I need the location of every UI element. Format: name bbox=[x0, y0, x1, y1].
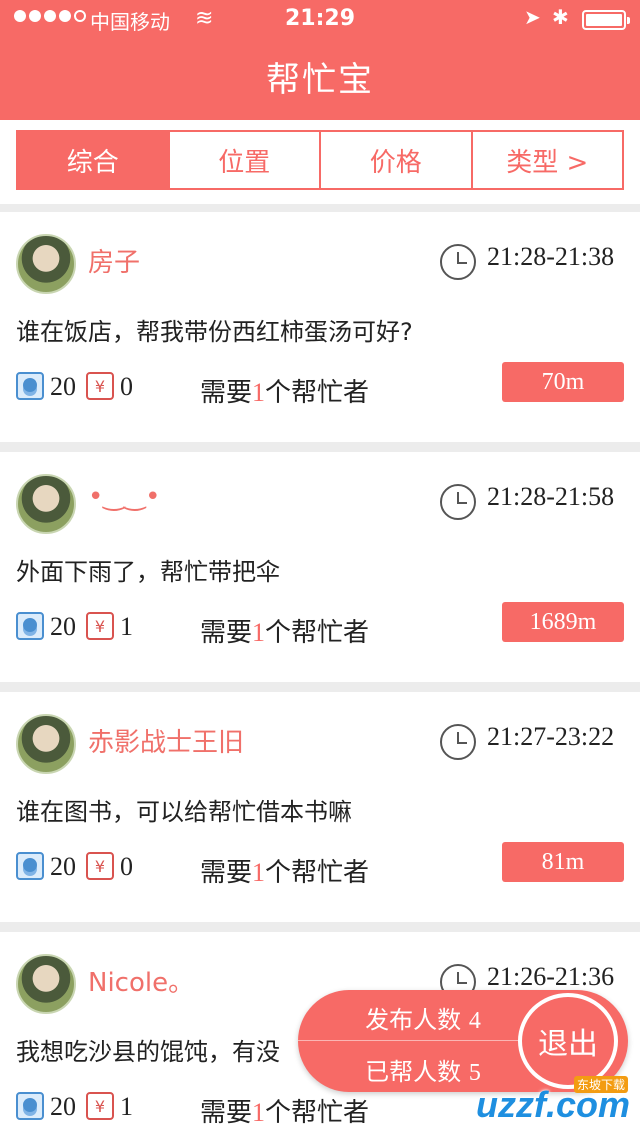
status-time: 21:29 bbox=[284, 6, 356, 31]
coin-value: 20 bbox=[50, 852, 76, 881]
tab-comprehensive[interactable]: 综合 bbox=[18, 132, 170, 188]
money-value: 0 bbox=[120, 372, 133, 401]
avatar[interactable] bbox=[16, 954, 76, 1014]
divider bbox=[298, 1040, 548, 1041]
money-value: 0 bbox=[120, 852, 133, 881]
location-arrow-icon: ➤ bbox=[524, 5, 541, 29]
avatar[interactable] bbox=[16, 234, 76, 294]
distance-badge[interactable]: 70m bbox=[502, 362, 624, 402]
helpers-needed: 需要1个帮忙者 bbox=[200, 1098, 370, 1128]
page-title: 帮忙宝 bbox=[266, 60, 374, 100]
post-message: 我想吃沙县的馄饨，有没 bbox=[16, 1038, 280, 1066]
distance-badge[interactable]: 81m bbox=[502, 842, 624, 882]
username[interactable]: •‿‿• bbox=[88, 482, 160, 512]
published-count: 发布人数 4 bbox=[365, 1006, 481, 1034]
coin-value: 20 bbox=[50, 612, 76, 641]
tab-type[interactable]: 类型 > bbox=[473, 132, 623, 188]
time-range: 21:28-21:58 bbox=[487, 482, 615, 511]
username[interactable]: Nicole。 bbox=[88, 962, 194, 999]
post-card[interactable]: •‿‿• 21:28-21:58 外面下雨了，帮忙带把伞 20 ¥ 1 需要1个… bbox=[0, 452, 640, 682]
yen-icon: ¥ bbox=[86, 612, 114, 640]
time-range: 21:28-21:38 bbox=[487, 242, 615, 271]
distance-badge[interactable]: 1689m bbox=[502, 602, 624, 642]
clock-icon bbox=[440, 724, 476, 760]
money-value: 1 bbox=[120, 612, 133, 641]
watermark-subtext: 东坡下载 bbox=[574, 1076, 629, 1093]
post-card[interactable]: 赤影战士王旧 21:27-23:22 谁在图书，可以给帮忙借本书嘛 20 ¥ 0… bbox=[0, 692, 640, 922]
tab-price[interactable]: 价格 bbox=[321, 132, 473, 188]
bluetooth-icon: ✱ bbox=[552, 5, 569, 29]
avatar[interactable] bbox=[16, 474, 76, 534]
clock-icon bbox=[440, 484, 476, 520]
status-bar: 中国移动 ≋ 21:29 ➤ ✱ bbox=[0, 0, 640, 40]
coin-value: 20 bbox=[50, 1092, 76, 1121]
post-message: 外面下雨了，帮忙带把伞 bbox=[16, 558, 280, 586]
yen-icon: ¥ bbox=[86, 852, 114, 880]
coin-icon bbox=[16, 1092, 44, 1120]
watermark-logo: uzzf.com 东坡下载 bbox=[456, 1076, 634, 1130]
post-message: 谁在饭店，帮我带份西红柿蛋汤可好? bbox=[16, 318, 413, 346]
coin-icon bbox=[16, 372, 44, 400]
helpers-needed: 需要1个帮忙者 bbox=[200, 618, 370, 648]
money-value: 1 bbox=[120, 1092, 133, 1121]
yen-icon: ¥ bbox=[86, 372, 114, 400]
post-card[interactable]: 房子 21:28-21:38 谁在饭店，帮我带份西红柿蛋汤可好? 20 ¥ 0 … bbox=[0, 212, 640, 442]
logout-button[interactable]: 退出 bbox=[518, 993, 618, 1089]
filter-tabs: 综合 位置 价格 类型 > bbox=[16, 130, 624, 190]
coin-icon bbox=[16, 852, 44, 880]
filter-tabs-container: 综合 位置 价格 类型 > bbox=[0, 120, 640, 204]
tab-location[interactable]: 位置 bbox=[170, 132, 321, 188]
helpers-needed: 需要1个帮忙者 bbox=[200, 858, 370, 888]
battery-icon bbox=[582, 10, 630, 30]
coin-value: 20 bbox=[50, 372, 76, 401]
coin-icon bbox=[16, 612, 44, 640]
clock-icon bbox=[440, 244, 476, 280]
time-range: 21:26-21:36 bbox=[487, 962, 615, 991]
username[interactable]: 赤影战士王旧 bbox=[88, 722, 244, 759]
top-bar: 中国移动 ≋ 21:29 ➤ ✱ 帮忙宝 bbox=[0, 0, 640, 120]
helpers-needed: 需要1个帮忙者 bbox=[200, 378, 370, 408]
username[interactable]: 房子 bbox=[88, 242, 140, 279]
time-range: 21:27-23:22 bbox=[487, 722, 615, 751]
post-message: 谁在图书，可以给帮忙借本书嘛 bbox=[16, 798, 352, 826]
yen-icon: ¥ bbox=[86, 1092, 114, 1120]
avatar[interactable] bbox=[16, 714, 76, 774]
